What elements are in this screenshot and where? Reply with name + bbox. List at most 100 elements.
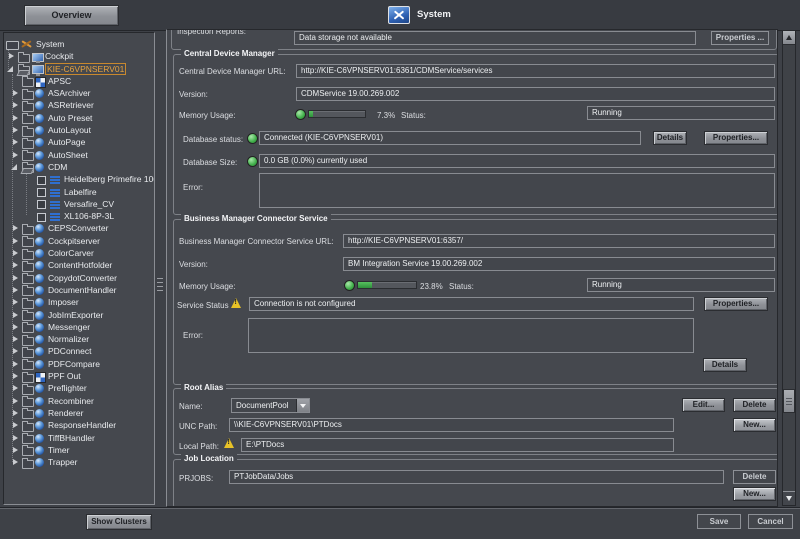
tree-item[interactable]: CopydotConverter (4, 272, 154, 284)
expand-arrow-icon[interactable] (13, 373, 18, 379)
expand-arrow-icon[interactable] (13, 385, 18, 391)
expand-arrow-icon[interactable] (13, 139, 18, 145)
expand-arrow-icon[interactable] (13, 225, 18, 231)
expand-arrow-icon[interactable] (13, 410, 18, 416)
device-checkbox[interactable] (37, 188, 46, 197)
tree-item[interactable]: PPF Out (4, 370, 154, 382)
expand-arrow-icon[interactable] (13, 238, 18, 244)
expand-arrow-icon[interactable] (13, 127, 18, 133)
root-alias-local-value[interactable]: E:\PTDocs (241, 438, 674, 452)
root-alias-unc-value[interactable]: \\KIE-C6VPNSERV01\PTDocs (229, 418, 674, 432)
tree-item[interactable]: AutoPage (4, 136, 154, 148)
tree-item[interactable]: XL106-8P-3L (4, 210, 154, 222)
job-location-new-button[interactable]: New... (733, 487, 776, 501)
expand-arrow-icon[interactable] (13, 348, 18, 354)
show-clusters-button[interactable]: Show Clusters (86, 514, 152, 530)
tree-item[interactable]: Timer (4, 444, 154, 456)
expand-arrow-icon[interactable] (13, 324, 18, 330)
cdm-db-details-button[interactable]: Details (653, 131, 687, 145)
expand-arrow-icon[interactable] (13, 435, 18, 441)
tree-item[interactable]: Recombiner (4, 395, 154, 407)
expand-arrow-icon[interactable] (13, 102, 18, 108)
expand-arrow-icon[interactable] (13, 299, 18, 305)
tree-item[interactable]: KIE-C6VPNSERV01 (4, 63, 154, 75)
expand-arrow-icon[interactable] (13, 275, 18, 281)
expand-arrow-icon[interactable] (13, 422, 18, 428)
splitter-handle[interactable] (156, 30, 165, 507)
expand-arrow-icon[interactable] (13, 115, 18, 121)
tree-item[interactable]: Cockpitserver (4, 235, 154, 247)
tree-item[interactable]: ResponseHandler (4, 419, 154, 431)
tree-item[interactable]: PDConnect (4, 345, 154, 357)
tree-item[interactable]: Messenger (4, 321, 154, 333)
device-checkbox[interactable] (37, 213, 46, 222)
cdm-db-properties-button[interactable]: Properties... (704, 131, 768, 145)
job-location-prjobs-value[interactable]: PTJobData/Jobs (229, 470, 724, 484)
tree-item[interactable]: Cockpit (4, 50, 154, 62)
tree-item[interactable]: TiffBHandler (4, 432, 154, 444)
vertical-scrollbar[interactable] (782, 30, 796, 506)
tree-item-label: Imposer (48, 297, 79, 307)
collapse-arrow-icon[interactable] (11, 164, 17, 170)
tree-item[interactable]: Preflighter (4, 382, 154, 394)
tree-item[interactable]: Normalizer (4, 333, 154, 345)
tree-item[interactable]: Renderer (4, 407, 154, 419)
tree-item[interactable]: ASRetriever (4, 99, 154, 111)
expand-arrow-icon[interactable] (13, 312, 18, 318)
expand-arrow-icon[interactable] (13, 361, 18, 367)
expand-arrow-icon[interactable] (13, 447, 18, 453)
scroll-down-icon[interactable] (783, 491, 795, 505)
device-checkbox[interactable] (37, 200, 46, 209)
tree-item[interactable]: ContentHotfolder (4, 259, 154, 271)
tree-item[interactable]: DocumentHandler (4, 284, 154, 296)
tree-item[interactable]: Labelfire (4, 186, 154, 198)
expand-arrow-icon[interactable] (9, 53, 14, 59)
bmcs-details-button[interactable]: Details (703, 358, 747, 372)
tree-item[interactable]: JobImExporter (4, 309, 154, 321)
cancel-button[interactable]: Cancel (748, 514, 793, 529)
overview-button[interactable]: Overview (24, 5, 119, 26)
tree-item[interactable]: APSC (4, 75, 154, 87)
root-alias-delete-button[interactable]: Delete (733, 398, 776, 412)
scrollbar-thumb[interactable] (783, 389, 795, 413)
expand-arrow-icon[interactable] (13, 90, 18, 96)
scroll-up-icon[interactable] (783, 31, 795, 45)
bmcs-url-label: Business Manager Connector Service URL: (179, 236, 334, 247)
sphere-icon (35, 101, 44, 110)
tree-item[interactable]: ASArchiver (4, 87, 154, 99)
root-folder-icon[interactable] (6, 41, 19, 50)
tree-item[interactable]: Trapper (4, 456, 154, 468)
tree-item[interactable]: ColorCarver (4, 247, 154, 259)
tree-item[interactable]: AutoLayout (4, 124, 154, 136)
tree-item[interactable]: PDFCompare (4, 358, 154, 370)
inspection-properties-button[interactable]: Properties ... (711, 31, 769, 45)
cdm-db-size-label: Database Size: (183, 157, 237, 168)
root-alias-edit-button[interactable]: Edit... (682, 398, 725, 412)
bmcs-properties-button[interactable]: Properties... (704, 297, 768, 311)
collapse-arrow-icon[interactable] (7, 66, 13, 72)
chevron-down-icon[interactable] (296, 399, 309, 412)
expand-arrow-icon[interactable] (13, 287, 18, 293)
tree-item[interactable]: Versafire_CV (4, 198, 154, 210)
expand-arrow-icon[interactable] (13, 398, 18, 404)
save-button[interactable]: Save (697, 514, 741, 529)
tree-item[interactable]: Auto Preset (4, 112, 154, 124)
expand-arrow-icon[interactable] (13, 262, 18, 268)
expand-arrow-icon[interactable] (13, 459, 18, 465)
job-location-delete-button[interactable]: Delete (733, 470, 776, 484)
expand-arrow-icon[interactable] (13, 336, 18, 342)
root-alias-name-select[interactable]: DocumentPool (231, 398, 310, 413)
device-checkbox[interactable] (37, 176, 46, 185)
root-alias-new-button[interactable]: New... (733, 418, 776, 432)
expand-arrow-icon[interactable] (13, 250, 18, 256)
bmcs-group-title: Business Manager Connector Service (181, 213, 331, 224)
tree-item[interactable]: Imposer (4, 296, 154, 308)
tree-item[interactable]: CEPSConverter (4, 222, 154, 234)
tree-item[interactable]: AutoSheet (4, 149, 154, 161)
tree-item[interactable]: System (4, 38, 154, 50)
tree-item[interactable]: Heidelberg Primefire 106 (4, 173, 154, 185)
expand-arrow-icon[interactable] (13, 152, 18, 158)
tree-item-label: AutoLayout (48, 125, 91, 135)
tree-item[interactable]: CDM (4, 161, 154, 173)
tree-item-label: ResponseHandler (48, 420, 116, 430)
